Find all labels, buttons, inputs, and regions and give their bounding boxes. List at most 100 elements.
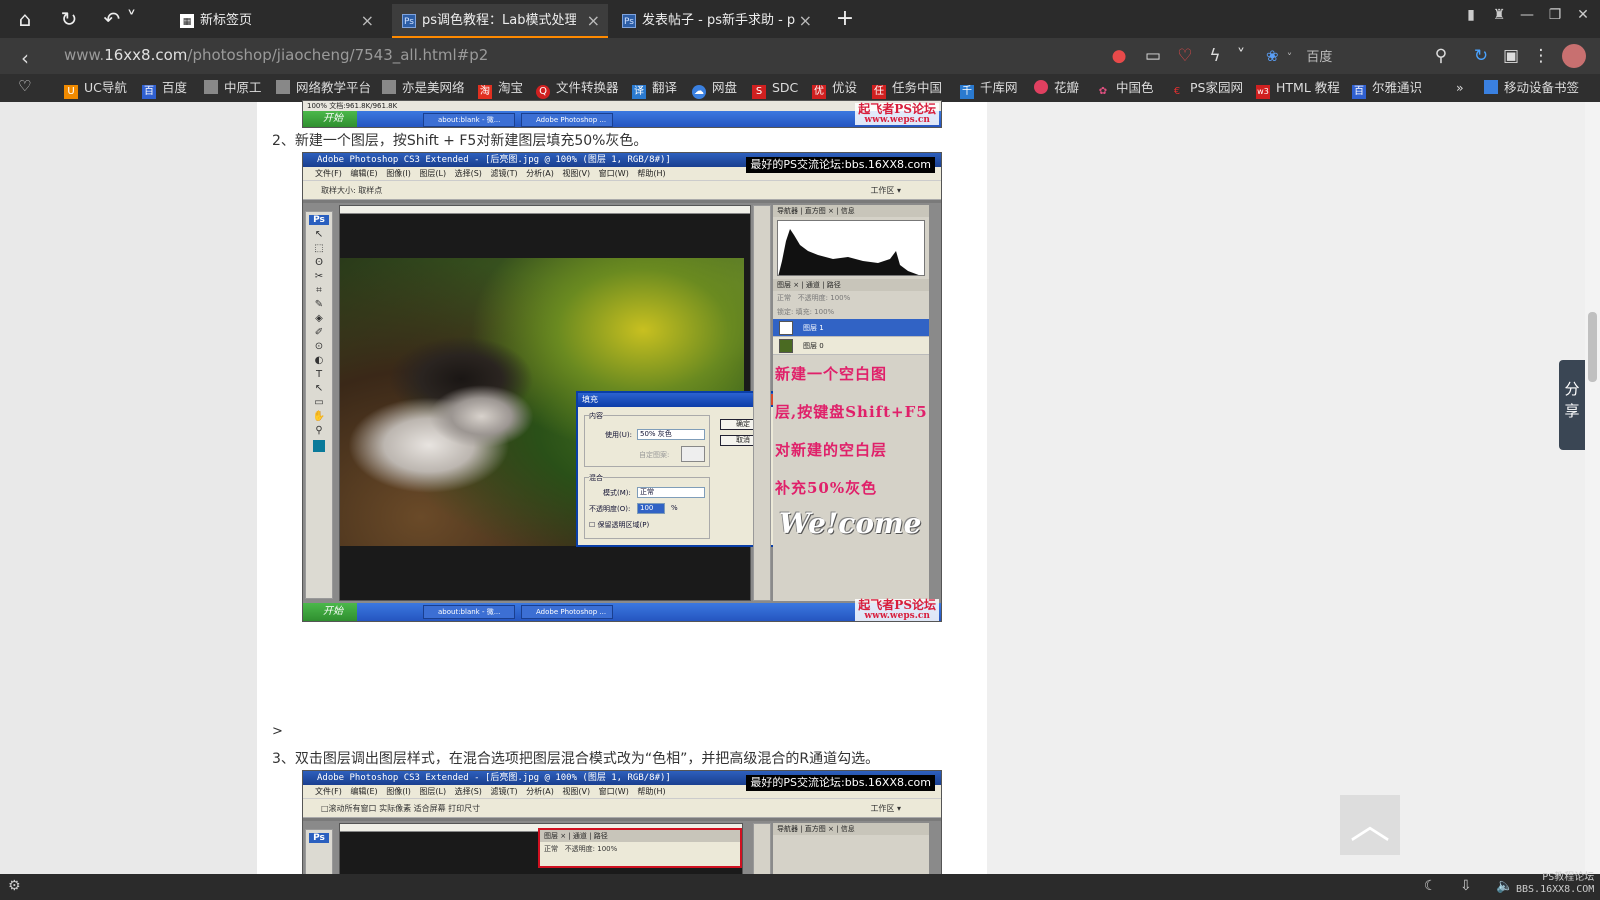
uc-icon: U xyxy=(64,85,78,99)
url-field[interactable]: www.16xx8.com/photoshop/jiaocheng/7543_a… xyxy=(64,46,488,64)
home-icon[interactable]: ⌂ xyxy=(12,6,38,32)
fill-dialog: 填充 × 内容 使用(U): 50% 灰色 自定图案: 确定 取消 混合 模式(… xyxy=(576,391,778,547)
back-to-top-button[interactable]: ︿ xyxy=(1340,795,1400,855)
minimize-icon[interactable]: — xyxy=(1516,7,1538,23)
favorite-heart-icon[interactable]: ♡ xyxy=(1174,46,1196,66)
bookmarks-bar: ♡ U UC导航 百百度 中原工 网络教学平台 亦是美网络 淘淘宝 Q 文件转换器 … xyxy=(0,74,1600,102)
search-engine-dropdown-icon[interactable]: ˅ xyxy=(1287,51,1293,64)
xp-taskbar: 开始 about:blank - 微... Adobe Photoshop ..… xyxy=(303,599,941,621)
volume-icon[interactable]: 🔈 xyxy=(1496,878,1513,894)
scrollbar-thumb[interactable] xyxy=(1588,312,1597,382)
avatar[interactable] xyxy=(1562,44,1586,68)
restore-icon[interactable]: ❐ xyxy=(1544,7,1566,23)
bookmark-mobile[interactable]: 移动设备书签 xyxy=(1484,80,1579,96)
flower-icon: ✿ xyxy=(1098,86,1108,97)
bookmark-zhongyuangong[interactable]: 中原工 xyxy=(204,80,262,96)
tab-close-icon[interactable]: × xyxy=(799,4,812,38)
refresh-icon[interactable]: ↻ xyxy=(56,6,82,32)
prev-screenshot-bottom: 100% 文档:961.8K/961.8K 开始 about:blank - 微… xyxy=(302,100,942,128)
close-window-icon[interactable]: ✕ xyxy=(1572,7,1594,23)
bookmark-teaching-platform[interactable]: 网络教学平台 xyxy=(276,80,371,96)
tab-close-icon[interactable]: × xyxy=(587,4,600,38)
chat-icon[interactable]: ● xyxy=(1108,46,1130,66)
bookmark-qianku[interactable]: 千千库网 xyxy=(960,80,1018,99)
sync-icon[interactable]: ↻ xyxy=(1470,46,1492,66)
chevron-up-icon: ︿ xyxy=(1350,802,1390,848)
tab-new-tab[interactable]: ▦ 新标签页 × xyxy=(170,4,382,38)
page-icon xyxy=(276,80,290,94)
reader-icon[interactable]: ▭ xyxy=(1142,46,1164,66)
baidu-paw-icon: ❀ xyxy=(1266,47,1279,65)
chevron-down-icon[interactable]: ˅ xyxy=(1230,46,1252,66)
bookmark-html-tutorial[interactable]: w3 HTML 教程 xyxy=(1256,80,1340,99)
pattern-swatch xyxy=(681,446,705,462)
more-bookmarks-icon[interactable]: » xyxy=(1456,80,1464,96)
tile-icon[interactable]: ▮ xyxy=(1460,7,1482,23)
ps-workspace: Ps ↖⬚ʘ✂⌗✎◈✐⊙◐T↖▭✋⚲ 填充 × 内容 使用(U): 50% 灰色… xyxy=(303,203,941,603)
ps-options-bar: □滚动所有窗口 实际像素 适合屏幕 打印尺寸 工作区 ▾ xyxy=(303,798,941,818)
layer-thumb xyxy=(779,321,793,335)
bookmark-ps-home[interactable]: € PS家园网 xyxy=(1170,80,1243,99)
bookmark-translate[interactable]: 译翻译 xyxy=(632,80,677,99)
blend-group: 混合 模式(M): 正常 不透明度(O): 100 % ☐ 保留透明区域(P) xyxy=(584,473,710,539)
search-icon[interactable]: ⚲ xyxy=(1430,46,1452,66)
night-mode-icon[interactable]: ☾ xyxy=(1424,878,1437,894)
huaban-icon xyxy=(1034,80,1048,94)
xp-taskbar: 开始 about:blank - 微... Adobe Photoshop ..… xyxy=(303,103,941,127)
right-gutter xyxy=(987,102,1585,874)
address-bar: ‹ www.16xx8.com/photoshop/jiaocheng/7543… xyxy=(0,38,1600,74)
tab-post-thread[interactable]: Ps 发表帖子 - ps新手求助 - ps × xyxy=(612,4,820,38)
layer-row: 图层 1 xyxy=(773,319,929,337)
settings-gear-icon[interactable]: ⚙ xyxy=(8,878,21,894)
tab-ps-tutorial[interactable]: Ps ps调色教程：Lab模式处理出 × xyxy=(392,4,608,38)
new-tab-plus-icon[interactable]: + xyxy=(832,6,858,32)
bookmark-uc-nav[interactable]: U UC导航 xyxy=(64,80,127,99)
lightning-icon[interactable]: ϟ xyxy=(1204,46,1226,66)
ps-toolbox: Ps ↖ ⬚ ʘ ✂ ⌗ ✎ ◈ ✐ ⊙ ◐ T ↖ ▭ ✋ ⚲ xyxy=(305,211,333,599)
tab-close-icon[interactable]: × xyxy=(361,4,374,38)
status-bar: ⚙ ☾ ⇩ 🔈 xyxy=(0,874,1600,900)
page-scrollbar[interactable] xyxy=(1585,102,1600,874)
new-tab-icon: ▦ xyxy=(180,14,194,28)
shirt-icon[interactable]: ♜ xyxy=(1488,7,1510,23)
article-content: 100% 文档:961.8K/961.8K 开始 about:blank - 微… xyxy=(257,100,987,880)
bookmark-yishimei[interactable]: 亦是美网络 xyxy=(382,80,465,96)
bookmark-uisdc[interactable]: 优优设 xyxy=(812,80,857,99)
bookmark-huaban[interactable]: 花瓣 xyxy=(1034,80,1079,96)
share-button[interactable]: 分享 xyxy=(1559,360,1585,450)
uisdc-icon: 优 xyxy=(812,85,826,99)
bookmark-baidu[interactable]: 百百度 xyxy=(142,80,187,99)
menu-dots-icon[interactable]: ⋮ xyxy=(1530,46,1552,66)
histogram-shape xyxy=(778,229,919,275)
ps-panels: 导航器 | 直方图 × | 信息 图层 × | 通道 | 路径 正常 不透明度:… xyxy=(773,205,929,601)
weps-watermark: 起飞者PS论坛 www.weps.cn xyxy=(855,599,939,621)
search-box[interactable]: ❀ ˅ 百度 xyxy=(1266,44,1436,68)
ps-icon: Ps xyxy=(622,14,636,28)
tool-icons: ↖ ⬚ ʘ ✂ ⌗ ✎ ◈ ✐ ⊙ ◐ T ↖ ▭ ✋ ⚲ xyxy=(312,229,326,436)
ps-panel-dock xyxy=(753,205,771,601)
bookmark-netdisk[interactable]: ☁ 网盘 xyxy=(692,80,737,99)
ps-workspace: Ps 图层 × | 通道 | 路径 正常 不透明度: 100% 导航器 | 直方… xyxy=(303,821,941,879)
bookmark-china-colors[interactable]: ✿ 中国色 xyxy=(1096,80,1154,99)
stray-text: > xyxy=(272,724,283,739)
baidu-icon: 百 xyxy=(1352,85,1366,99)
bookmark-erya[interactable]: 百尔雅通识 xyxy=(1352,80,1422,99)
bookmark-taobao[interactable]: 淘淘宝 xyxy=(478,80,523,99)
bookmark-task-china[interactable]: 任任务中国 xyxy=(872,80,942,99)
w3-icon: w3 xyxy=(1256,85,1270,99)
ruler xyxy=(340,206,750,214)
fg-color-swatch xyxy=(313,440,325,452)
bookmark-file-converter[interactable]: Q 文件转换器 xyxy=(536,80,619,99)
ps-panels: 导航器 | 直方图 × | 信息 xyxy=(773,823,929,877)
undo-close-tab-icon[interactable]: ↶ ˅ xyxy=(100,6,140,32)
tutorial-screenshot-layer-style: Adobe Photoshop CS3 Extended - [后亮图.jpg … xyxy=(302,770,942,880)
sdc-icon: S xyxy=(752,85,766,99)
screenshot-icon[interactable]: ▣ xyxy=(1500,46,1522,66)
layer-row: 图层 0 xyxy=(773,337,929,355)
bookmark-sdc[interactable]: S SDC xyxy=(752,80,798,99)
favorites-heart-icon[interactable]: ♡ xyxy=(18,78,31,94)
back-icon[interactable]: ‹ xyxy=(14,46,36,70)
qianku-icon: 千 xyxy=(960,85,974,99)
step-2-text: 2、新建一个图层，按Shift + F5对新建图层填充50%灰色。 xyxy=(272,133,648,149)
download-icon[interactable]: ⇩ xyxy=(1460,878,1472,894)
